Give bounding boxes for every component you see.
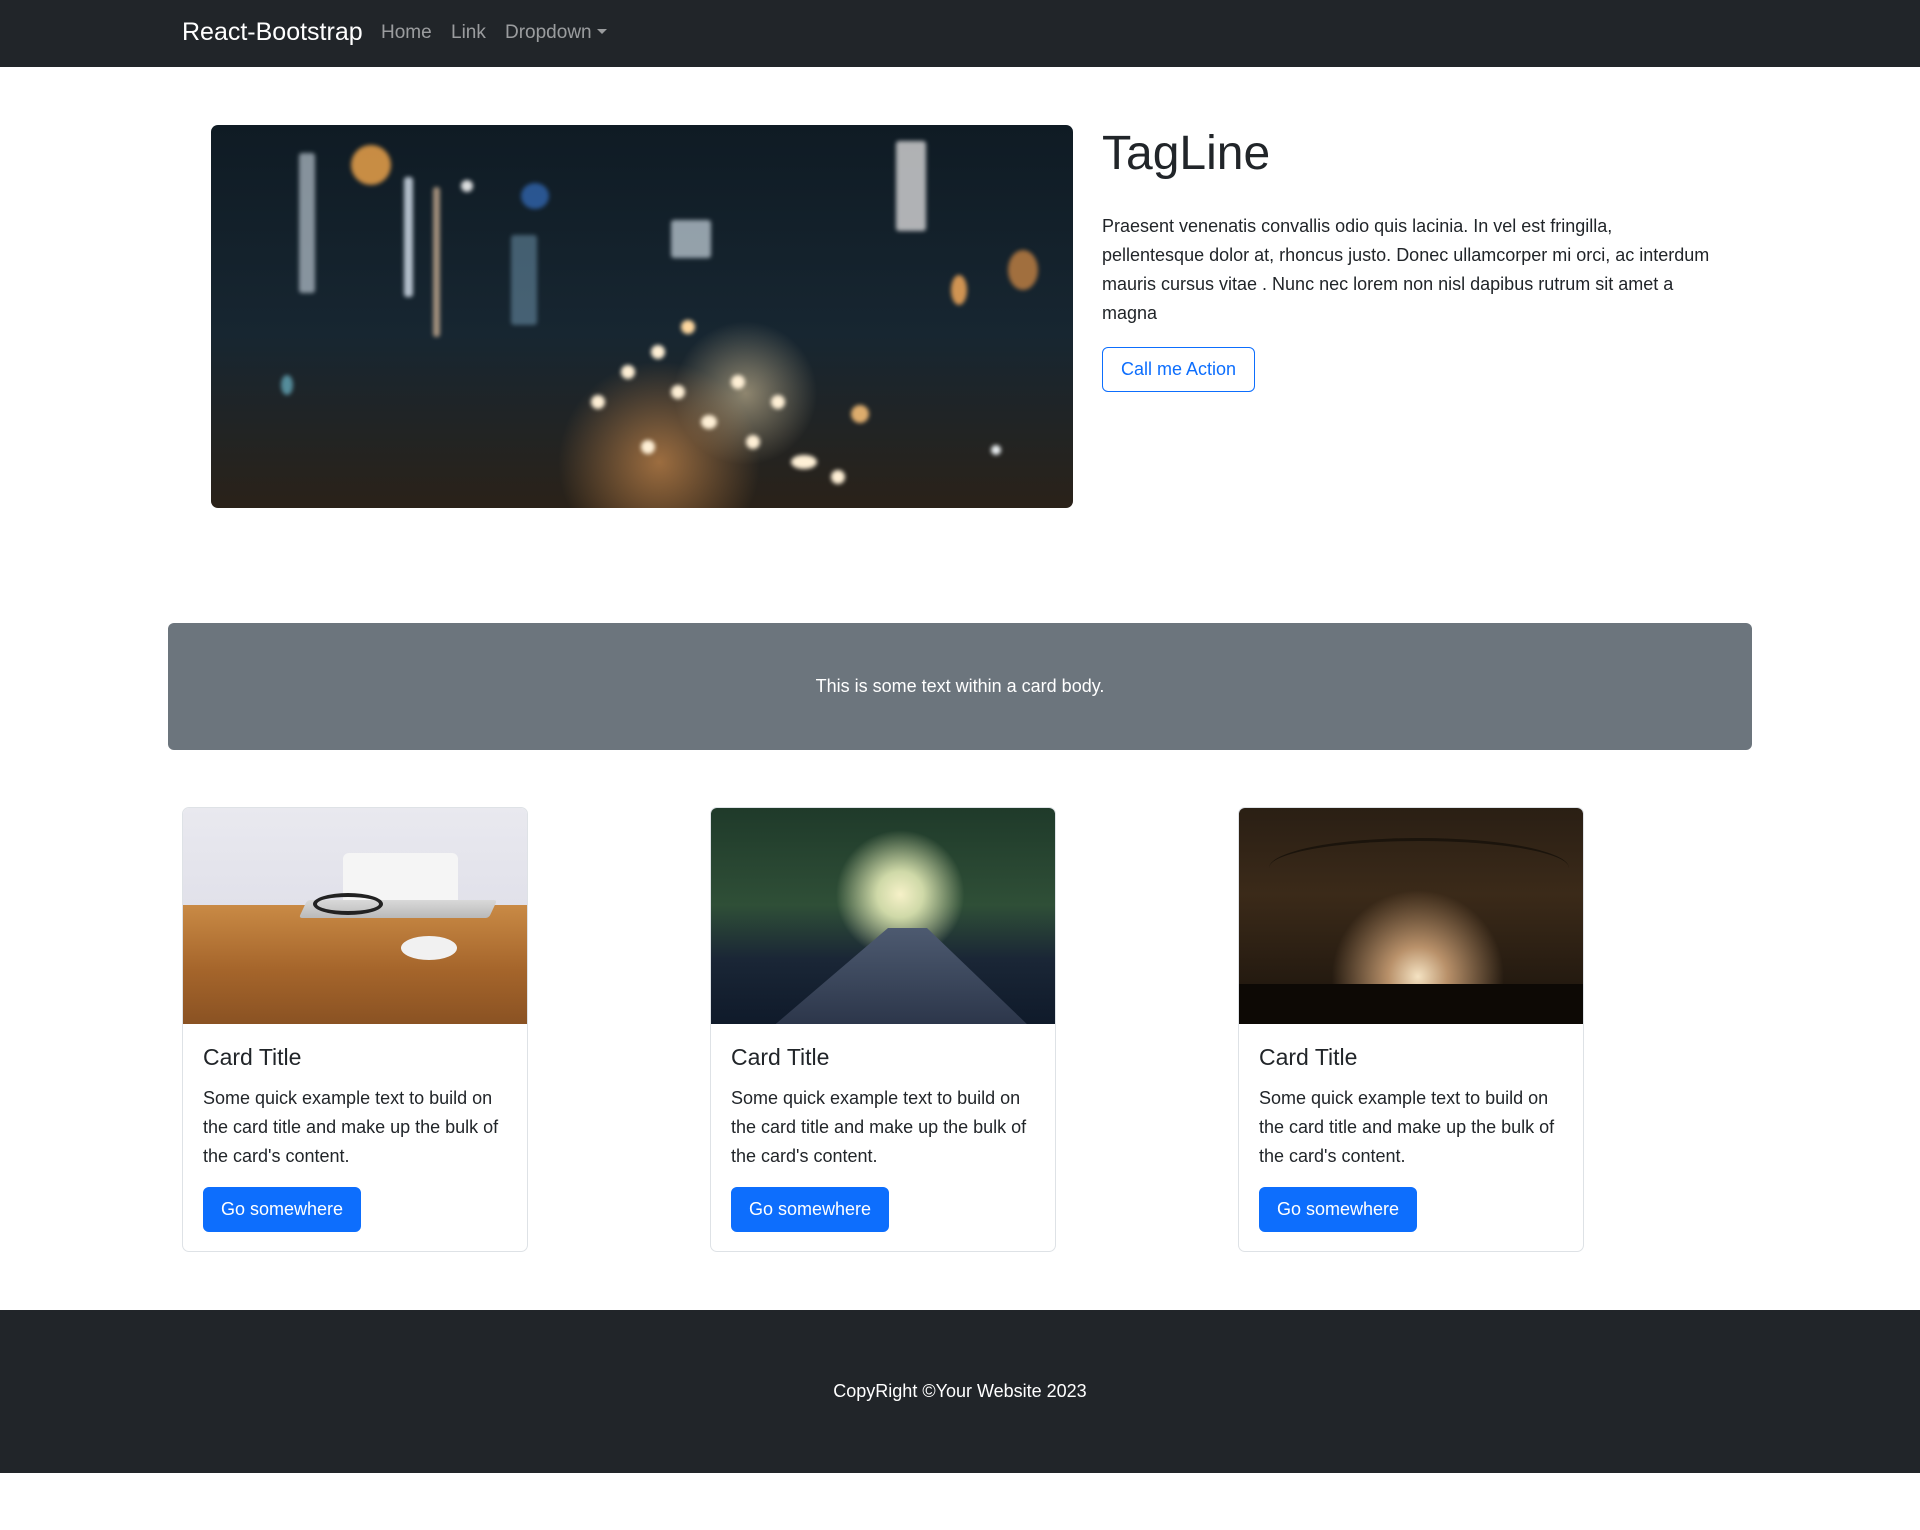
call-to-action-button[interactable]: Call me Action <box>1102 347 1255 392</box>
nav-dropdown-toggle[interactable]: Dropdown <box>505 22 607 44</box>
page-footer: CopyRight ©Your Website 2023 <box>0 1310 1920 1473</box>
go-somewhere-button[interactable]: Go somewhere <box>731 1187 889 1232</box>
navbar-brand[interactable]: React-Bootstrap <box>182 18 363 47</box>
caret-down-icon <box>596 29 607 34</box>
hero-image <box>211 125 1073 508</box>
card-image-laptop <box>183 808 527 1024</box>
nav-dropdown-label: Dropdown <box>505 22 592 43</box>
card-image-road <box>711 808 1055 1024</box>
go-somewhere-button[interactable]: Go somewhere <box>203 1187 361 1232</box>
card-text: Some quick example text to build on the … <box>731 1088 1027 1166</box>
card-title: Card Title <box>731 1044 830 1070</box>
card: Card Title Some quick example text to bu… <box>182 807 528 1252</box>
nav-link-link[interactable]: Link <box>451 22 486 44</box>
hero-paragraph: Praesent venenatis convallis odio quis l… <box>1102 216 1710 323</box>
banner-text: This is some text within a card body. <box>815 676 1105 696</box>
nav-link-home[interactable]: Home <box>381 22 432 44</box>
card-image-concert <box>1239 808 1583 1024</box>
card-title: Card Title <box>203 1044 302 1070</box>
copyright-text: CopyRight ©Your Website 2023 <box>833 1381 1087 1401</box>
card-text: Some quick example text to build on the … <box>203 1088 499 1166</box>
card: Card Title Some quick example text to bu… <box>1238 807 1584 1252</box>
hero-title: TagLine <box>1102 127 1271 180</box>
banner-card: This is some text within a card body. <box>168 623 1752 750</box>
card-title: Card Title <box>1259 1044 1358 1070</box>
card-text: Some quick example text to build on the … <box>1259 1088 1555 1166</box>
top-navbar: React-Bootstrap Home Link Dropdown <box>0 0 1920 67</box>
go-somewhere-button[interactable]: Go somewhere <box>1259 1187 1417 1232</box>
card: Card Title Some quick example text to bu… <box>710 807 1056 1252</box>
